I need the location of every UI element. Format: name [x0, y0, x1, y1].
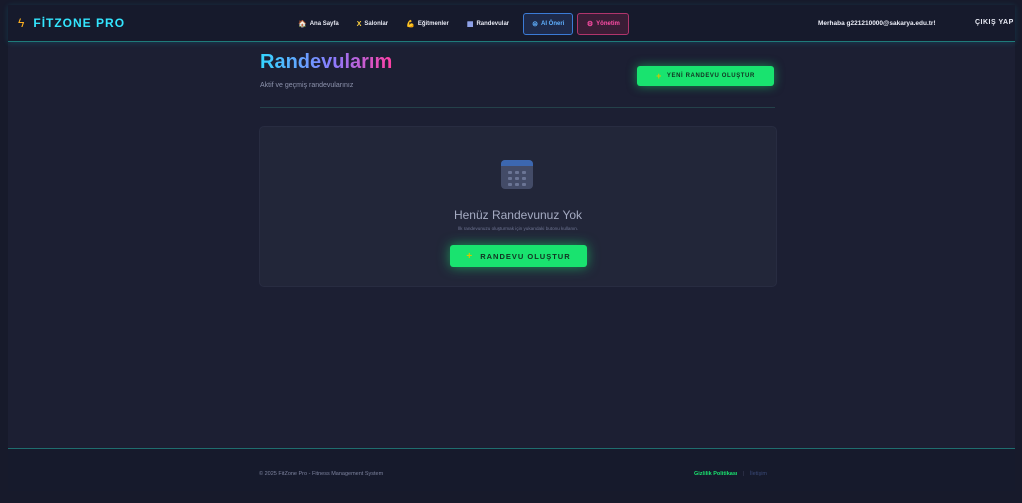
home-icon: 🏠 — [298, 21, 307, 28]
nav-item-label: Eğitmenler — [417, 21, 449, 27]
brand-logo[interactable]: ϟ FİTZONE PRO — [18, 16, 125, 30]
nav-item-label: AI Öneri — [541, 21, 565, 27]
page-subtitle: Aktif ve geçmiş randevularınız — [260, 82, 354, 89]
nav-item-salons[interactable]: X Salonlar — [350, 14, 395, 34]
contact-link[interactable]: İletişim — [750, 471, 767, 477]
gear-icon: ⚙ — [586, 21, 594, 28]
plus-icon: + — [466, 250, 474, 262]
x-icon: X — [356, 20, 362, 28]
user-greeting: Merhaba g221210000@sakarya.edu.tr! — [818, 20, 936, 27]
create-appointment-label: RANDEVU OLUŞTUR — [480, 251, 571, 261]
nav-item-ai-suggestion[interactable]: ⊜ AI Öneri — [523, 13, 574, 35]
nav-item-admin[interactable]: ⚙ Yönetim — [577, 13, 630, 35]
robot-icon: ⊜ — [532, 21, 539, 28]
nav-item-label: Salonlar — [364, 21, 389, 27]
calendar-icon — [501, 160, 533, 189]
new-appointment-button[interactable]: + YENİ RANDEVU OLUŞTUR — [637, 66, 774, 86]
nav-item-home[interactable]: 🏠 Ana Sayfa — [291, 14, 346, 34]
footer-separator: | — [742, 471, 745, 477]
nav-item-label: Randevular — [476, 21, 510, 27]
brand-name: FİTZONE PRO — [33, 16, 126, 30]
new-appointment-label: YENİ RANDEVU OLUŞTUR — [666, 73, 755, 79]
empty-state-card: Henüz Randevunuz Yok İlk randevunuzu olu… — [259, 126, 777, 287]
top-navbar: ϟ FİTZONE PRO 🏠 Ana Sayfa X Salonlar 💪 E… — [8, 5, 1015, 42]
muscle-icon: 💪 — [406, 21, 415, 28]
nav-item-trainers[interactable]: 💪 Eğitmenler — [399, 14, 456, 34]
footer-links: Gizlilik Politikası | İletişim — [694, 471, 767, 477]
app-window: ϟ FİTZONE PRO 🏠 Ana Sayfa X Salonlar 💪 E… — [8, 5, 1015, 491]
create-appointment-button[interactable]: + RANDEVU OLUŞTUR — [450, 245, 587, 267]
lightning-icon: ϟ — [18, 16, 25, 30]
nav-links: 🏠 Ana Sayfa X Salonlar 💪 Eğitmenler ▦ Ra… — [291, 13, 633, 35]
privacy-policy-link[interactable]: Gizlilik Politikası — [694, 471, 737, 477]
header-divider — [260, 107, 775, 108]
logout-button[interactable]: ÇIKIŞ YAP — [975, 19, 1014, 26]
page-title: Randevularım — [260, 51, 393, 73]
footer: © 2025 FitZone Pro - Fitness Management … — [8, 448, 1015, 491]
empty-state-title: Henüz Randevunuz Yok — [453, 208, 583, 222]
nav-item-appointments[interactable]: ▦ Randevular — [460, 14, 516, 34]
copyright-text: © 2025 FitZone Pro - Fitness Management … — [259, 471, 384, 477]
nav-item-label: Yönetim — [596, 21, 620, 27]
plus-icon: + — [656, 71, 662, 81]
calendar-icon: ▦ — [466, 21, 474, 28]
nav-item-label: Ana Sayfa — [309, 21, 339, 27]
empty-state-description: İlk randevunuzu oluşturmak için yukarıda… — [457, 226, 579, 231]
